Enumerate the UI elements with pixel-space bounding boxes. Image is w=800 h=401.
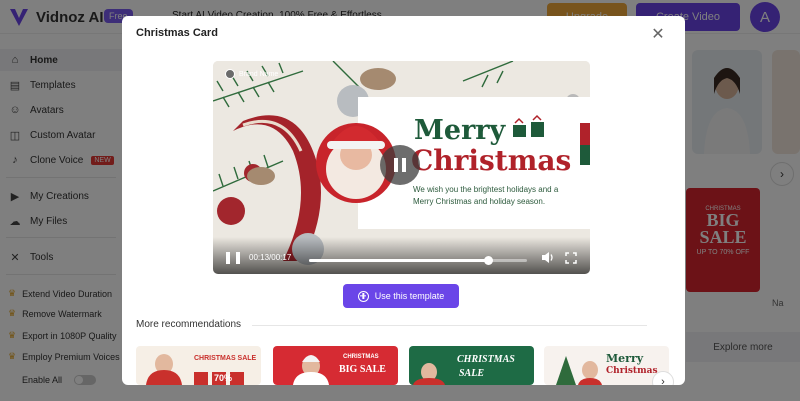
recommendation-card[interactable]: Merry Christmas [544, 346, 669, 385]
video-player[interactable]: Brand Name Merry Christmas We wish you t… [213, 61, 590, 274]
recommendation-text: Merry [606, 352, 644, 365]
recommendation-subtext: SALE [459, 368, 485, 379]
recommendation-card[interactable]: CHRISTMAS SALE 70% [136, 346, 261, 385]
recommendation-image [413, 363, 445, 385]
brand-logo-icon [225, 69, 235, 79]
progress-slider[interactable] [309, 256, 527, 265]
recommendation-card[interactable]: CHRISTMAS SALE [409, 346, 534, 385]
video-message: We wish you the brightest holidays and a… [413, 185, 559, 206]
playback-time: 00:13/00:17 [249, 253, 292, 262]
progress-handle[interactable] [483, 256, 493, 265]
recommendation-subtext: 70% [214, 373, 233, 383]
recommendation-text: CHRISTMAS SALE [194, 355, 257, 362]
progress-fill [309, 259, 488, 262]
use-template-label: Use this template [374, 291, 445, 301]
recommendation-text: CHRISTMAS [457, 354, 515, 365]
brand-tag: Brand Name [225, 69, 278, 79]
more-recommendations-title: More recommendations [136, 319, 242, 330]
recommendation-text: CHRISTMAS [343, 354, 379, 360]
recommendation-image [146, 354, 244, 385]
close-icon[interactable]: ✕ [650, 26, 666, 43]
recommendation-subtext: Christmas [606, 366, 658, 376]
recommendation-card[interactable]: CHRISTMAS BIG SALE [273, 346, 398, 385]
center-pause-icon[interactable] [380, 145, 420, 185]
video-title-christmas: Christmas [411, 144, 572, 177]
chevron-right-icon[interactable]: › [652, 371, 674, 385]
brand-name: Brand Name [239, 70, 279, 78]
video-title-merry: Merry [414, 115, 506, 146]
volume-icon[interactable] [541, 251, 555, 264]
plus-circle-icon [357, 290, 369, 302]
use-template-button[interactable]: Use this template [343, 284, 459, 308]
pause-icon[interactable] [226, 252, 240, 266]
section-divider [252, 325, 647, 326]
recommendation-subtext: BIG SALE [339, 364, 386, 375]
modal-title: Christmas Card [136, 27, 218, 39]
template-preview-modal: Christmas Card ✕ Brand Name Merry Christ… [122, 16, 685, 385]
fullscreen-icon[interactable] [565, 252, 577, 264]
video-controls: 00:13/00:17 [213, 237, 590, 274]
